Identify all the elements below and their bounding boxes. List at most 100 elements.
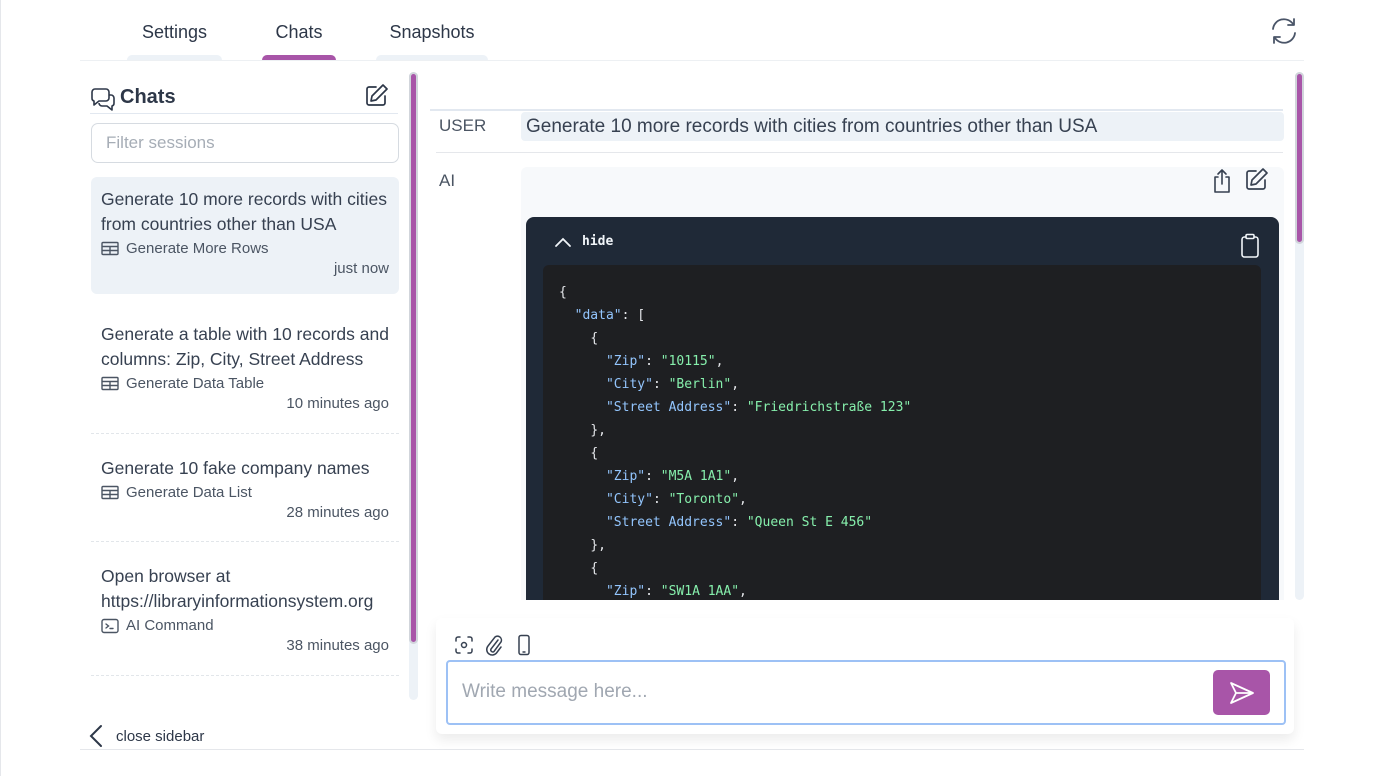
screenshot-button[interactable] xyxy=(454,634,474,656)
code-line: "Zip": "M5A 1A1", xyxy=(559,465,1245,488)
json-punct: , xyxy=(731,469,740,484)
session-title: Generate 10 fake company names xyxy=(101,458,370,478)
close-sidebar-label: close sidebar xyxy=(116,727,205,745)
session-list: Generate 10 more records with cities fro… xyxy=(91,177,399,676)
json-punct: , xyxy=(739,584,747,599)
user-role-label: USER xyxy=(439,116,487,135)
tab-settings[interactable]: Settings xyxy=(127,0,222,60)
json-punct: , xyxy=(739,492,747,507)
json-punct: : xyxy=(645,469,661,484)
json-punct: { xyxy=(590,561,599,576)
json-string: "Friedrichstraße 123" xyxy=(746,400,912,415)
session-item[interactable]: Generate a table with 10 records and col… xyxy=(91,300,399,434)
mobile-icon xyxy=(518,634,530,656)
json-punct: }, xyxy=(590,538,606,553)
code-line: "City": "Berlin", xyxy=(559,373,1245,396)
json-key: "City" xyxy=(605,377,653,392)
code-line: { xyxy=(559,557,1245,580)
conversation-scrollbar[interactable] xyxy=(1295,72,1304,600)
json-key: "Zip" xyxy=(605,469,646,484)
send-icon xyxy=(1229,681,1254,704)
code-line: { xyxy=(559,281,1245,304)
json-punct: { xyxy=(590,446,599,461)
session-item[interactable]: Generate 10 more records with cities fro… xyxy=(91,177,399,294)
new-chat-button[interactable] xyxy=(364,82,390,108)
tab-label: Settings xyxy=(141,22,208,42)
message-input-box xyxy=(446,660,1286,725)
table-icon xyxy=(101,241,119,256)
code-line: "data": [ xyxy=(559,304,1245,327)
json-key: "Zip" xyxy=(605,584,646,599)
attach-button[interactable] xyxy=(484,634,504,656)
copy-code-button[interactable] xyxy=(1239,233,1261,259)
code-line: }, xyxy=(559,419,1245,442)
json-punct: }, xyxy=(590,423,606,438)
refresh-button[interactable] xyxy=(1268,16,1300,46)
session-item[interactable]: Generate 10 fake company names Generate … xyxy=(91,434,399,542)
share-icon xyxy=(1214,169,1230,193)
user-message: Generate 10 more records with cities fro… xyxy=(521,112,1284,141)
send-button[interactable] xyxy=(1213,670,1270,715)
json-punct: , xyxy=(731,377,740,392)
edit-icon xyxy=(1246,168,1268,190)
close-sidebar-button[interactable]: close sidebar xyxy=(88,724,204,748)
json-punct: { xyxy=(559,285,567,300)
sidebar: Chats Generate 10 more records with citi… xyxy=(80,72,420,700)
filter-sessions-input[interactable] xyxy=(91,123,399,163)
json-string: "10115" xyxy=(660,354,716,369)
hide-code-toggle[interactable]: hide xyxy=(554,234,613,249)
code-line: "Zip": "10115", xyxy=(559,350,1245,373)
json-string: "M5A 1A1" xyxy=(660,469,732,484)
json-key: "City" xyxy=(605,492,653,507)
session-title: Generate a table with 10 records and col… xyxy=(101,324,389,369)
message-input[interactable] xyxy=(462,672,1192,712)
conversation-panel: USER Generate 10 more records with citie… xyxy=(430,72,1288,600)
session-time: 28 minutes ago xyxy=(286,504,389,521)
session-time: just now xyxy=(333,260,389,277)
clipboard-icon xyxy=(1241,233,1259,258)
chevron-up-icon xyxy=(555,237,571,247)
ai-role-label: AI xyxy=(439,171,456,190)
json-key: "Street Address" xyxy=(605,515,732,530)
sidebar-scrollbar[interactable] xyxy=(409,72,418,700)
code-line: { xyxy=(559,442,1245,465)
sidebar-title: Chats xyxy=(120,86,176,108)
conversation-scrollbar-thumb[interactable] xyxy=(1295,72,1304,244)
message-divider xyxy=(436,152,1283,153)
terminal-icon xyxy=(101,618,119,633)
json-key: "data" xyxy=(574,308,622,323)
session-item[interactable]: Open browser at https://libraryinformati… xyxy=(91,542,399,676)
code-line: { xyxy=(559,327,1245,350)
session-kind: Generate Data Table xyxy=(126,375,265,392)
session-kind: AI Command xyxy=(126,617,214,634)
table-icon xyxy=(101,485,119,500)
table-icon xyxy=(101,376,119,391)
json-punct: : xyxy=(645,354,661,369)
sidebar-scrollbar-thumb[interactable] xyxy=(409,72,418,644)
edit-message-button[interactable] xyxy=(1244,166,1270,192)
json-string: "Berlin" xyxy=(668,377,732,392)
json-string: "Toronto" xyxy=(668,492,740,507)
footer-divider xyxy=(80,749,1304,750)
json-punct: : xyxy=(731,400,747,415)
mobile-button[interactable] xyxy=(514,634,534,656)
share-button[interactable] xyxy=(1210,168,1234,194)
json-key: "Street Address" xyxy=(605,400,732,415)
hide-label: hide xyxy=(582,234,614,249)
tab-chats[interactable]: Chats xyxy=(262,0,336,60)
json-punct: { xyxy=(590,331,599,346)
code-line: "Street Address": "Friedrichstraße 123" xyxy=(559,396,1245,419)
json-punct: : xyxy=(645,584,661,599)
json-key: "Zip" xyxy=(605,354,646,369)
paperclip-icon xyxy=(486,635,503,656)
json-punct: , xyxy=(715,354,724,369)
tab-snapshots[interactable]: Snapshots xyxy=(376,0,488,60)
json-string: "Queen St E 456" xyxy=(746,515,873,530)
session-title: Generate 10 more records with cities fro… xyxy=(101,189,387,234)
session-time: 38 minutes ago xyxy=(286,637,389,654)
composer-tools xyxy=(454,634,534,656)
json-string: "SW1A 1AA" xyxy=(660,584,740,599)
session-time: 10 minutes ago xyxy=(286,395,389,412)
json-punct: : xyxy=(652,492,669,507)
session-kind: Generate More Rows xyxy=(126,240,269,257)
